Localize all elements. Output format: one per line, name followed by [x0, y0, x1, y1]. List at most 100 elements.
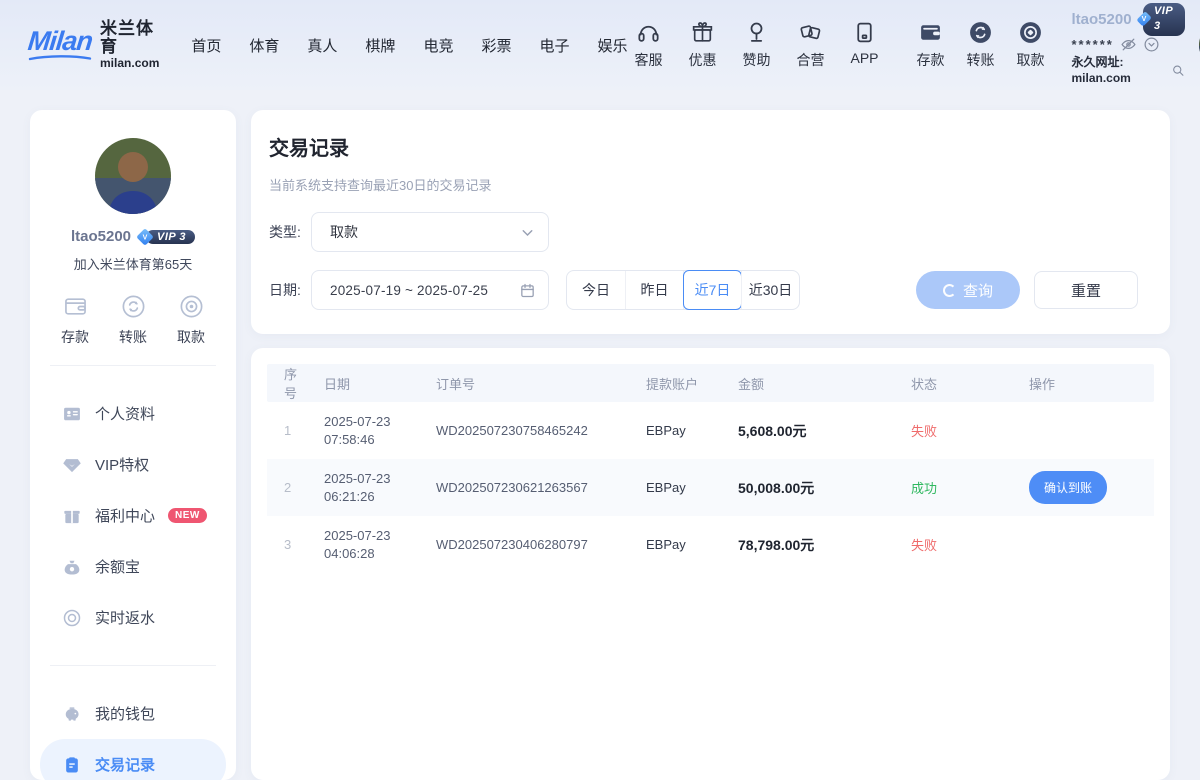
row-account: EBPay	[631, 537, 723, 552]
range-today-button[interactable]: 今日	[567, 271, 625, 309]
transfer-button[interactable]: 转账	[960, 20, 1002, 70]
vip-badge: V VIP 3	[1138, 3, 1186, 36]
sidebar-menu-wallet: 我的钱包 交易记录 投注记录	[30, 684, 236, 780]
refresh-balance-icon[interactable]	[1143, 36, 1160, 53]
sidebar-item-transaction-records[interactable]: 交易记录	[40, 739, 226, 780]
sidebar-divider	[50, 365, 216, 366]
loading-spinner-icon	[943, 284, 956, 297]
row-index: 2	[267, 480, 309, 495]
sidebar-transfer-button[interactable]: 转账	[119, 293, 147, 347]
main-nav: 首页 体育 真人 棋牌 电竞 彩票 电子 娱乐	[191, 35, 627, 56]
sidebar-item-rebate[interactable]: 实时返水	[40, 592, 226, 643]
date-range-input[interactable]: 2025-07-19 ~ 2025-07-25	[311, 270, 549, 310]
quick-range-group: 今日 昨日 近7日 近30日	[566, 270, 800, 310]
sidebar-vip-badge: V VIP 3	[137, 229, 195, 245]
permanent-url-text: 永久网址: milan.com	[1072, 54, 1169, 88]
sidebar: ltao5200 V VIP 3 加入米兰体育第65天 存款 转账 取款	[30, 110, 236, 780]
trophy-icon	[744, 20, 769, 45]
col-header-date: 日期	[309, 374, 421, 393]
date-range-value: 2025-07-19 ~ 2025-07-25	[330, 283, 519, 298]
promotions-button[interactable]: 优惠	[682, 20, 724, 70]
sidebar-item-welfare[interactable]: 福利中心 NEW	[40, 490, 226, 541]
sidebar-item-yuebao[interactable]: 余额宝	[40, 541, 226, 592]
confirm-receipt-button[interactable]: 确认到账	[1029, 471, 1107, 504]
sponsorship-button[interactable]: 赞助	[736, 20, 778, 70]
transfer-icon	[968, 20, 993, 45]
sidebar-quick-actions: 存款 转账 取款	[30, 293, 236, 347]
table-row: 3 2025-07-23 04:06:28 WD2025072304062807…	[267, 516, 1154, 573]
nav-item-entertainment[interactable]: 娱乐	[597, 35, 627, 56]
sidebar-username: ltao5200	[71, 228, 131, 245]
username-text[interactable]: ltao5200	[1072, 9, 1132, 30]
row-amount: 5,608.00元	[723, 421, 896, 441]
row-amount: 78,798.00元	[723, 535, 896, 555]
table-row: 1 2025-07-23 07:58:46 WD2025072307584652…	[267, 402, 1154, 459]
row-action: 确认到账	[1014, 471, 1154, 504]
sidebar-menu: 个人资料 VIP特权 福利中心 NEW 余额宝 实时返水	[30, 384, 236, 647]
range-30days-button[interactable]: 近30日	[741, 271, 799, 309]
masked-balance: ******	[1072, 36, 1114, 54]
id-card-icon	[62, 404, 82, 424]
partnership-button[interactable]: 合营	[790, 20, 832, 70]
headset-icon	[636, 20, 661, 45]
calendar-icon	[519, 282, 536, 299]
col-header-status: 状态	[896, 374, 1014, 393]
type-select[interactable]: 取款	[311, 212, 549, 252]
logo-script-text: Milan	[27, 28, 94, 55]
row-status: 成功	[896, 478, 1014, 497]
eye-off-icon[interactable]	[1120, 36, 1137, 53]
sidebar-deposit-button[interactable]: 存款	[61, 293, 89, 347]
row-status: 失败	[896, 421, 1014, 440]
logo-cn-text: 米兰体育	[100, 20, 159, 57]
row-datetime: 2025-07-23 07:58:46	[309, 414, 421, 447]
nav-item-sports[interactable]: 体育	[249, 35, 279, 56]
page-subtitle: 当前系统支持查询最近30日的交易记录	[269, 175, 1138, 194]
app-download-button[interactable]: APP	[844, 20, 886, 70]
nav-item-slots[interactable]: 电子	[539, 35, 569, 56]
nav-item-lottery[interactable]: 彩票	[481, 35, 511, 56]
diamond-icon	[62, 455, 82, 475]
transfer-outline-icon	[120, 293, 147, 320]
user-panel: ltao5200 V VIP 3 ****** 永久网址: milan.com	[1072, 3, 1186, 88]
row-order-number: WD202507230621263567	[421, 480, 631, 495]
magnifier-icon[interactable]	[1171, 62, 1185, 79]
query-button[interactable]: 查询	[916, 271, 1020, 309]
row-index: 3	[267, 537, 309, 552]
nav-item-esports[interactable]: 电竞	[423, 35, 453, 56]
wallet-icon	[918, 20, 943, 45]
range-yesterday-button[interactable]: 昨日	[625, 271, 683, 309]
sidebar-item-vip[interactable]: VIP特权	[40, 439, 226, 490]
type-filter-label: 类型:	[269, 222, 311, 242]
new-badge: NEW	[168, 508, 207, 523]
withdraw-button[interactable]: 取款	[1010, 20, 1052, 70]
col-header-order: 订单号	[421, 374, 631, 393]
row-status: 失败	[896, 535, 1014, 554]
row-datetime: 2025-07-23 04:06:28	[309, 528, 421, 561]
col-header-amount: 金额	[723, 374, 896, 393]
brand-logo[interactable]: Milan 米兰体育 milan.com	[28, 20, 159, 71]
nav-item-chess[interactable]: 棋牌	[365, 35, 395, 56]
withdraw-outline-icon	[178, 293, 205, 320]
sidebar-divider	[50, 665, 216, 666]
sidebar-withdraw-button[interactable]: 取款	[177, 293, 205, 347]
main-content: 交易记录 当前系统支持查询最近30日的交易记录 类型: 取款 日期: 2025-…	[251, 110, 1170, 780]
reset-button[interactable]: 重置	[1034, 271, 1138, 309]
type-select-value: 取款	[330, 222, 519, 242]
range-7days-button[interactable]: 近7日	[683, 271, 741, 309]
sidebar-profile: ltao5200 V VIP 3 加入米兰体育第65天	[30, 138, 236, 273]
header-actions: 客服 优惠 赞助 合营 APP	[628, 20, 886, 70]
row-datetime: 2025-07-23 06:21:26	[309, 471, 421, 504]
deposit-button[interactable]: 存款	[910, 20, 952, 70]
sidebar-item-profile[interactable]: 个人资料	[40, 388, 226, 439]
sidebar-avatar[interactable]	[95, 138, 171, 214]
row-order-number: WD202507230758465242	[421, 423, 631, 438]
nav-item-live[interactable]: 真人	[307, 35, 337, 56]
moneybag-icon	[62, 557, 82, 577]
nav-item-home[interactable]: 首页	[191, 35, 221, 56]
customer-service-button[interactable]: 客服	[628, 20, 670, 70]
row-account: EBPay	[631, 423, 723, 438]
row-amount: 50,008.00元	[723, 478, 896, 498]
gift-filled-icon	[62, 506, 82, 526]
transaction-records-icon	[62, 755, 82, 775]
sidebar-item-my-wallet[interactable]: 我的钱包	[40, 688, 226, 739]
